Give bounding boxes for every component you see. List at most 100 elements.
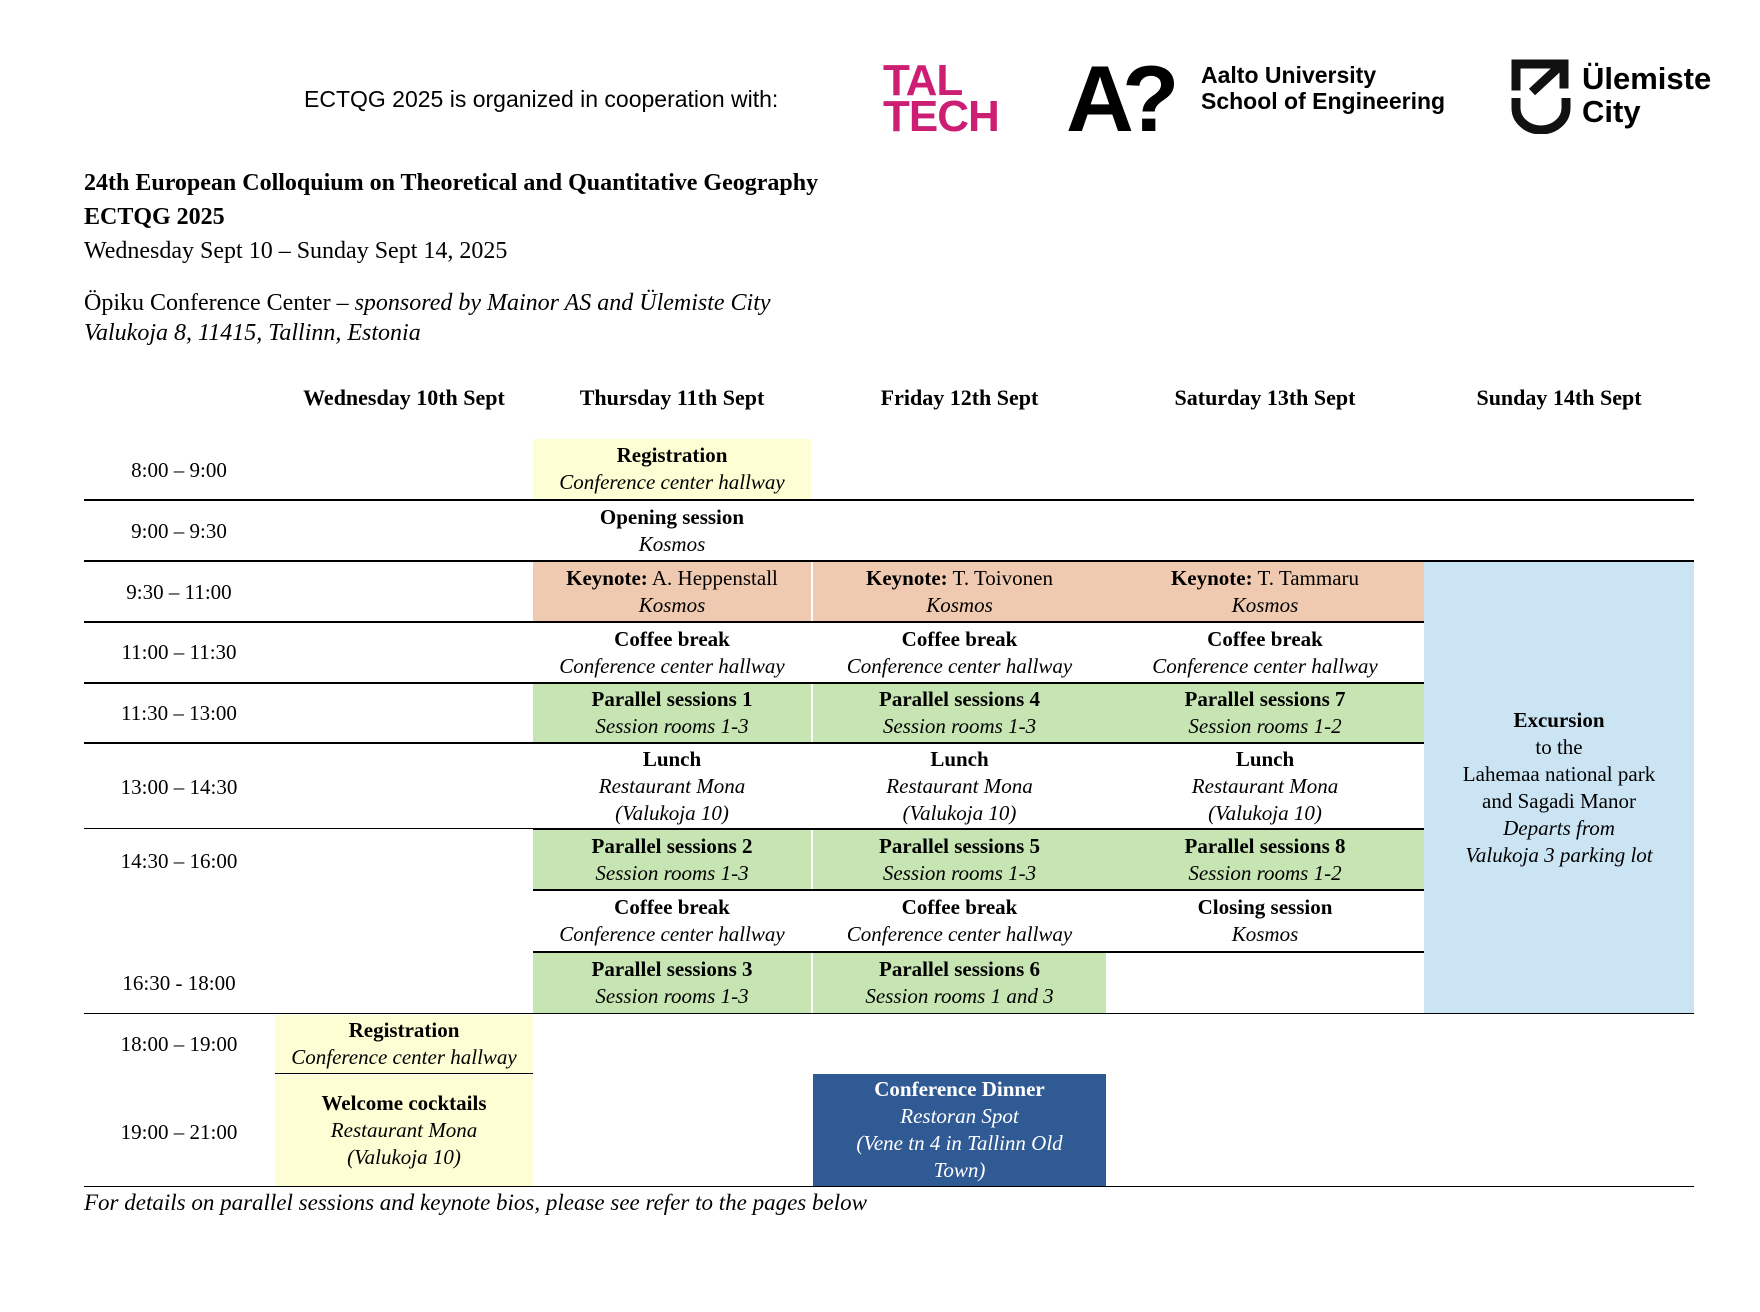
cooperation-text: ECTQG 2025 is organized in cooperation w… xyxy=(304,86,779,112)
cell-venue: Session rooms 1-3 xyxy=(595,984,749,1008)
day-header-friday: Friday 12th Sept xyxy=(880,385,1039,410)
row-divider xyxy=(84,1186,1694,1187)
cell-title: Lunch xyxy=(642,746,702,771)
day-header-saturday: Saturday 13th Sept xyxy=(1174,385,1356,410)
time-slot: 18:00 – 19:00 xyxy=(120,1032,238,1056)
excursion-line: to the xyxy=(1535,734,1583,759)
cell-venue: Kosmos xyxy=(1231,922,1299,946)
row-divider xyxy=(84,560,1694,562)
wed-registration: Registration Conference center hallway xyxy=(275,1015,533,1073)
cell-title: Conference Dinner xyxy=(874,1077,1045,1101)
cell-venue: Conference center hallway xyxy=(291,1045,517,1069)
row-divider xyxy=(533,951,1424,953)
cell-title: Closing session xyxy=(1197,895,1333,919)
sun-excursion: Excursion to the Lahemaa national park a… xyxy=(1424,562,1694,1013)
sat-lunch: Lunch Restaurant Mona (Valukoja 10) xyxy=(1106,744,1424,828)
row-divider xyxy=(533,889,1424,891)
fri-coffee-break: Coffee break Conference center hallway xyxy=(813,623,1106,682)
cell-venue: Restaurant Mona xyxy=(886,773,1033,798)
cell-venue: Conference center hallway xyxy=(846,653,1073,678)
time-slot: 13:00 – 14:30 xyxy=(120,775,238,799)
cell-venue: Conference center hallway xyxy=(559,470,785,494)
cell-venue: Conference center hallway xyxy=(559,653,785,678)
cell-title: Coffee break xyxy=(614,626,730,651)
thu-coffee-break-2: Coffee break Conference center hallway xyxy=(533,891,811,951)
thu-lunch: Lunch Restaurant Mona (Valukoja 10) xyxy=(533,744,811,828)
thu-opening-session: Opening session Kosmos xyxy=(533,501,811,560)
excursion-line: and Sagadi Manor xyxy=(1482,788,1636,813)
keynote-speaker: T. Toivonen xyxy=(947,565,1053,590)
cell-venue: (Valukoja 10) xyxy=(615,800,729,825)
fri-conference-dinner: Conference Dinner Restoran Spot (Vene tn… xyxy=(813,1074,1106,1186)
cell-title: Coffee break xyxy=(614,895,730,919)
row-divider xyxy=(84,682,1424,684)
cell-venue: (Vene tn 4 in Tallinn Old xyxy=(856,1131,1063,1155)
aalto-logo-text: Aalto University School of Engineering xyxy=(1201,62,1445,114)
thu-keynote: Keynote: A. Heppenstall Kosmos xyxy=(533,562,811,621)
cell-title: Parallel sessions 4 xyxy=(879,687,1040,711)
cell-venue: Session rooms 1-3 xyxy=(595,860,749,885)
cell-title: Parallel sessions 7 xyxy=(1184,687,1346,711)
cell-venue: Conference center hallway xyxy=(559,922,785,946)
cell-title: Excursion xyxy=(1513,707,1605,732)
sat-keynote: Keynote: T. Tammaru Kosmos xyxy=(1106,562,1424,621)
cell-title: Registration xyxy=(348,1018,460,1042)
sat-parallel-sessions-8: Parallel sessions 8 Session rooms 1-2 xyxy=(1106,830,1424,889)
day-header-wednesday: Wednesday 10th Sept xyxy=(303,385,505,410)
wed-welcome-cocktails: Welcome cocktails Restaurant Mona (Valuk… xyxy=(275,1075,533,1186)
cell-venue: Kosmos xyxy=(638,592,706,617)
venue-sponsor: sponsored by Mainor AS and Ülemiste City xyxy=(354,290,771,316)
time-slot: 8:00 – 9:00 xyxy=(131,458,227,482)
fri-parallel-sessions-6: Parallel sessions 6 Session rooms 1 and … xyxy=(813,953,1106,1013)
cell-venue: Session rooms 1-3 xyxy=(882,714,1037,738)
sat-closing-session: Closing session Kosmos xyxy=(1106,891,1424,951)
cell-venue: Session rooms 1-2 xyxy=(1188,860,1342,885)
event-dates: Wednesday Sept 10 – Sunday Sept 14, 2025 xyxy=(84,238,508,264)
cell-venue: Conference center hallway xyxy=(846,922,1073,946)
time-slot: 16:30 - 18:00 xyxy=(122,971,236,995)
time-slot: 9:30 – 11:00 xyxy=(126,580,232,604)
time-slot: 9:00 – 9:30 xyxy=(131,519,227,543)
fri-keynote: Keynote: T. Toivonen Kosmos xyxy=(813,562,1106,621)
excursion-line: Valukoja 3 parking lot xyxy=(1465,842,1653,867)
keynote-label: Keynote: xyxy=(866,565,948,590)
aalto-logo-line: School of Engineering xyxy=(1201,88,1446,114)
excursion-line: Departs from xyxy=(1503,815,1615,840)
time-slot: 11:30 – 13:00 xyxy=(121,701,237,725)
cell-venue: Session rooms 1-3 xyxy=(595,714,749,738)
fri-coffee-break-2: Coffee break Conference center hallway xyxy=(813,891,1106,951)
time-slot: 14:30 – 16:00 xyxy=(120,849,238,873)
keynote-speaker: A. Heppenstall xyxy=(647,565,778,590)
cell-title: Parallel sessions 6 xyxy=(879,957,1040,981)
event-acronym: ECTQG 2025 xyxy=(84,204,225,230)
row-divider xyxy=(84,1013,1694,1014)
cell-title: Lunch xyxy=(1235,746,1295,771)
row-divider xyxy=(533,828,1424,830)
cell-venue: Kosmos xyxy=(926,592,993,617)
cell-keynote-line: Keynote: T. Toivonen xyxy=(866,565,1053,592)
cell-title: Lunch xyxy=(930,746,989,771)
event-title: 24th European Colloquium on Theoretical … xyxy=(84,170,819,196)
cell-venue: Restaurant Mona xyxy=(598,773,746,798)
taltech-logo-line: TECH xyxy=(883,92,1000,141)
cell-venue: Kosmos xyxy=(1231,592,1299,617)
thu-parallel-sessions-1: Parallel sessions 1 Session rooms 1-3 xyxy=(533,684,811,742)
sat-coffee-break: Coffee break Conference center hallway xyxy=(1106,623,1424,682)
row-divider xyxy=(84,621,1424,623)
fri-lunch: Lunch Restaurant Mona (Valukoja 10) xyxy=(813,744,1106,828)
cell-title: Registration xyxy=(616,443,728,467)
cell-venue: Session rooms 1-3 xyxy=(882,860,1037,885)
sat-parallel-sessions-7: Parallel sessions 7 Session rooms 1-2 xyxy=(1106,684,1424,742)
row-divider xyxy=(275,1073,533,1074)
aalto-logo-line: Aalto University xyxy=(1201,62,1377,88)
thu-parallel-sessions-3: Parallel sessions 3 Session rooms 1-3 xyxy=(533,953,811,1013)
time-slot: 11:00 – 11:30 xyxy=(121,640,237,664)
taltech-logo: TAL TECH xyxy=(883,59,1008,141)
cell-venue: Session rooms 1 and 3 xyxy=(865,984,1054,1008)
cell-venue: Kosmos xyxy=(638,531,706,556)
cell-venue: (Valukoja 10) xyxy=(347,1145,461,1169)
keynote-label: Keynote: xyxy=(1170,565,1253,590)
cell-venue: Restaurant Mona xyxy=(1191,773,1339,798)
excursion-line: Lahemaa national park xyxy=(1462,761,1656,786)
cell-venue: Conference center hallway xyxy=(1152,653,1378,678)
